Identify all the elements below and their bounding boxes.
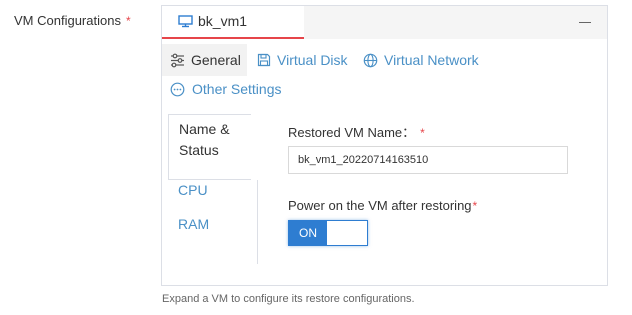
tab-virtual-network[interactable]: Virtual Network xyxy=(363,44,479,76)
vm-name-required-mark: * xyxy=(420,126,425,140)
tab-other-settings-label: Other Settings xyxy=(192,81,282,97)
monitor-icon xyxy=(178,15,193,33)
tab-general-label: General xyxy=(191,52,241,68)
help-text: Expand a VM to configure its restore con… xyxy=(162,293,415,305)
tab-virtual-network-label: Virtual Network xyxy=(384,52,479,68)
section-name-status[interactable]: Name & Status xyxy=(168,114,251,180)
globe-icon xyxy=(363,53,378,67)
section-ram[interactable]: RAM xyxy=(178,214,209,235)
vm-config-panel: bk_vm1 General Virtual Disk Virtual Netw… xyxy=(161,5,608,286)
minimize-icon[interactable] xyxy=(579,22,591,23)
sliders-icon xyxy=(171,53,184,67)
tab-general[interactable]: General xyxy=(162,44,247,76)
required-mark: * xyxy=(125,14,131,28)
section-ram-label: RAM xyxy=(178,216,210,232)
section-name-status-label: Name & Status xyxy=(179,121,230,158)
panel-header: bk_vm1 xyxy=(162,6,607,39)
section-nav: Name & Status CPU RAM xyxy=(168,114,258,264)
vm-name-label-text: Restored VM Name： xyxy=(288,125,416,140)
field-label-text: VM Configurations xyxy=(14,13,121,28)
more-circle-icon xyxy=(170,82,185,96)
tab-virtual-disk-label: Virtual Disk xyxy=(277,52,348,68)
power-on-required-mark: * xyxy=(472,199,478,213)
section-cpu-label: CPU xyxy=(178,182,208,198)
power-on-label-text: Power on the VM after restoring xyxy=(288,198,472,213)
section-cpu[interactable]: CPU xyxy=(178,180,208,201)
power-on-label: Power on the VM after restoring* xyxy=(288,198,477,213)
field-label: VM Configurations * xyxy=(14,13,131,28)
vm-tab[interactable]: bk_vm1 xyxy=(162,6,304,39)
section-divider xyxy=(257,180,258,264)
toggle-on-label: ON xyxy=(289,221,327,245)
vm-name-input[interactable]: bk_vm1_20220714163510 xyxy=(288,146,568,174)
vm-tab-name: bk_vm1 xyxy=(198,13,248,29)
tab-virtual-disk[interactable]: Virtual Disk xyxy=(257,44,348,76)
power-on-toggle[interactable]: ON xyxy=(288,220,368,246)
vm-name-label: Restored VM Name： * xyxy=(288,122,425,141)
floppy-disk-icon xyxy=(257,53,271,67)
tab-other-settings[interactable]: Other Settings xyxy=(170,77,282,101)
